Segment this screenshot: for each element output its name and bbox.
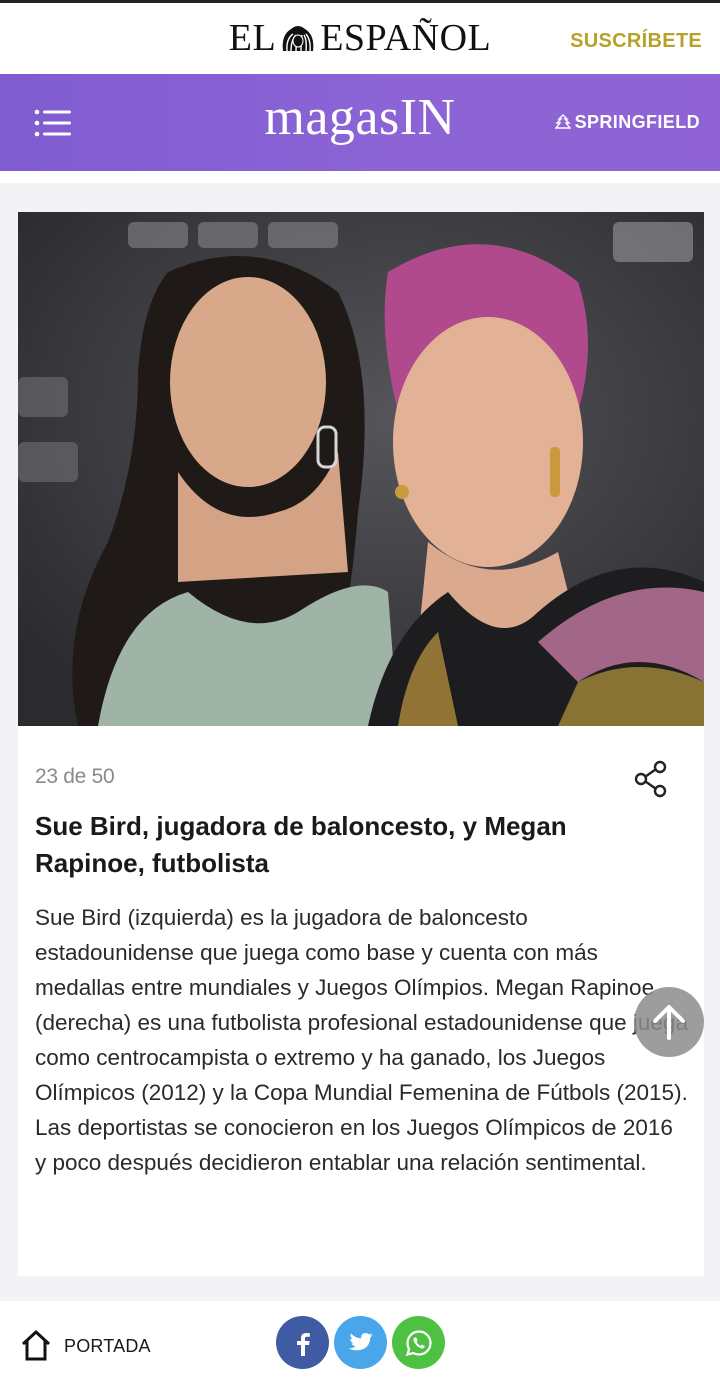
gallery-description: Sue Bird (izquierda) es la jugadora de b… [35,905,688,1175]
home-link[interactable]: PORTADA [64,1336,151,1357]
scroll-top-button[interactable] [634,987,704,1057]
divider [0,171,720,183]
facebook-share-button[interactable] [276,1316,329,1369]
twitter-icon [348,1332,373,1350]
arrow-up-icon [653,1005,685,1040]
sponsor-logo[interactable]: SPRINGFIELD [554,112,700,133]
home-icon[interactable] [20,1329,52,1361]
share-icon[interactable] [633,760,669,798]
gallery-photo[interactable] [18,212,704,726]
facebook-icon [296,1332,310,1356]
bottom-bar: PORTADA [0,1301,720,1379]
whatsapp-icon [405,1329,432,1356]
springfield-icon [554,114,572,130]
lion-icon [279,21,317,53]
gallery-headline: Sue Bird, jugadora de baloncesto, y Mega… [35,811,567,878]
section-bar: magasIN SPRINGFIELD [0,74,720,171]
sponsor-label: SPRINGFIELD [574,112,700,132]
subscribe-link[interactable]: SUSCRÍBETE [570,30,702,53]
twitter-share-button[interactable] [334,1316,387,1369]
top-bar: EL ESPAÑOL SUSCRÍBETE [0,0,720,74]
brand-left: EL [228,17,277,59]
gallery-card: 23 de 50 Sue Bird, jugadora de baloncest… [18,212,704,1276]
whatsapp-share-button[interactable] [392,1316,445,1369]
gallery-counter: 23 de 50 [35,765,115,788]
brand-right: ESPAÑOL [320,17,492,59]
